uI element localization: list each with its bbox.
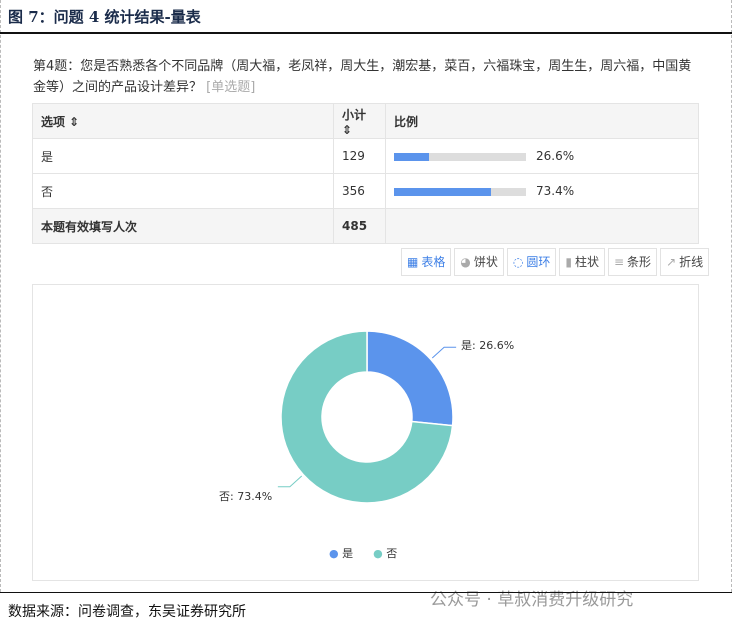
pie-icon: ◕	[460, 255, 471, 269]
hbar-view-button[interactable]: ≡ 条形	[607, 248, 658, 276]
legend-item-yes[interactable]: ● 是	[329, 545, 353, 561]
option-cell: 否	[32, 173, 334, 209]
btn-label: 柱状	[574, 255, 599, 269]
ratio-text: 26.6%	[536, 149, 575, 163]
question-type-tag: [单选题]	[206, 80, 256, 95]
donut-slice-0[interactable]	[366, 330, 454, 427]
table-icon: ▦	[407, 255, 419, 269]
total-label: 本题有效填写人次	[32, 208, 334, 244]
watermark: 公众号 · 草叔消费升级研究	[430, 590, 634, 610]
divider	[0, 32, 732, 34]
source-note: 数据来源：问卷调查，东吴证券研究所	[8, 604, 246, 620]
col-count[interactable]: 小计 ⇕	[333, 103, 386, 139]
ratio-cell: 73.4%	[385, 173, 699, 209]
col-ratio: 比例	[385, 103, 699, 139]
divider	[0, 592, 732, 593]
count-cell: 356	[333, 173, 386, 209]
hbar-icon: ≡	[613, 255, 625, 269]
results-table: 选项 ⇕ 小计 ⇕ 比例 是 129 26.6% 否 356 73.4% 本题有效填写人…	[32, 103, 699, 244]
donut-icon: ◌	[512, 255, 524, 269]
label-leader-line	[277, 475, 303, 488]
donut-view-button[interactable]: ◌ 圆环	[506, 248, 557, 276]
data-label-yes: 是: 26.6%	[461, 339, 515, 352]
legend-item-no[interactable]: ● 否	[373, 545, 397, 561]
table-row: 否 356 73.4%	[32, 173, 699, 209]
col-option[interactable]: 选项 ⇕	[32, 103, 334, 139]
table-view-button[interactable]: ▦ 表格	[401, 248, 452, 276]
data-label-no: 否: 73.4%	[219, 490, 273, 503]
btn-label: 饼状	[473, 255, 498, 269]
label-leader-line	[431, 346, 457, 359]
bar-view-button[interactable]: ▮ 柱状	[559, 248, 605, 276]
view-toolbar: ▦ 表格 ◕ 饼状 ◌ 圆环 ▮ 柱状 ≡ 条形 ↗ 折线	[401, 248, 710, 276]
donut-chart	[277, 330, 457, 504]
legend: ● 是 ● 否	[329, 545, 397, 561]
count-cell: 129	[333, 138, 386, 174]
line-icon: ↗	[666, 255, 677, 269]
table-row: 是 129 26.6%	[32, 138, 699, 174]
donut-chart-panel: 是: 26.6% 否: 73.4% ● 是 ● 否	[32, 284, 699, 581]
total-count: 485	[333, 208, 386, 244]
bar-chart-icon: ▮	[565, 255, 572, 269]
ratio-bar	[394, 187, 526, 196]
ratio-bar	[394, 152, 526, 161]
btn-label: 折线	[679, 255, 704, 269]
figure-title: 图 7：问题 4 统计结果-量表	[8, 8, 201, 26]
btn-label: 表格	[421, 255, 446, 269]
pie-view-button[interactable]: ◕ 饼状	[454, 248, 504, 276]
btn-label: 条形	[627, 255, 652, 269]
table-header: 选项 ⇕ 小计 ⇕ 比例	[32, 103, 699, 139]
ratio-cell: 26.6%	[385, 138, 699, 174]
ratio-text: 73.4%	[536, 184, 575, 198]
btn-label: 圆环	[526, 255, 551, 269]
option-cell: 是	[32, 138, 334, 174]
question-text: 第4题：您是否熟悉各个不同品牌（周大福，老凤祥，周大生，潮宏基，菜百，六福珠宝，…	[33, 56, 703, 98]
line-view-button[interactable]: ↗ 折线	[660, 248, 710, 276]
legend-label: 是	[342, 547, 354, 560]
table-total-row: 本题有效填写人次 485	[32, 208, 699, 244]
legend-label: 否	[386, 547, 398, 560]
question-body: 第4题：您是否熟悉各个不同品牌（周大福，老凤祥，周大生，潮宏基，菜百，六福珠宝，…	[33, 59, 692, 95]
